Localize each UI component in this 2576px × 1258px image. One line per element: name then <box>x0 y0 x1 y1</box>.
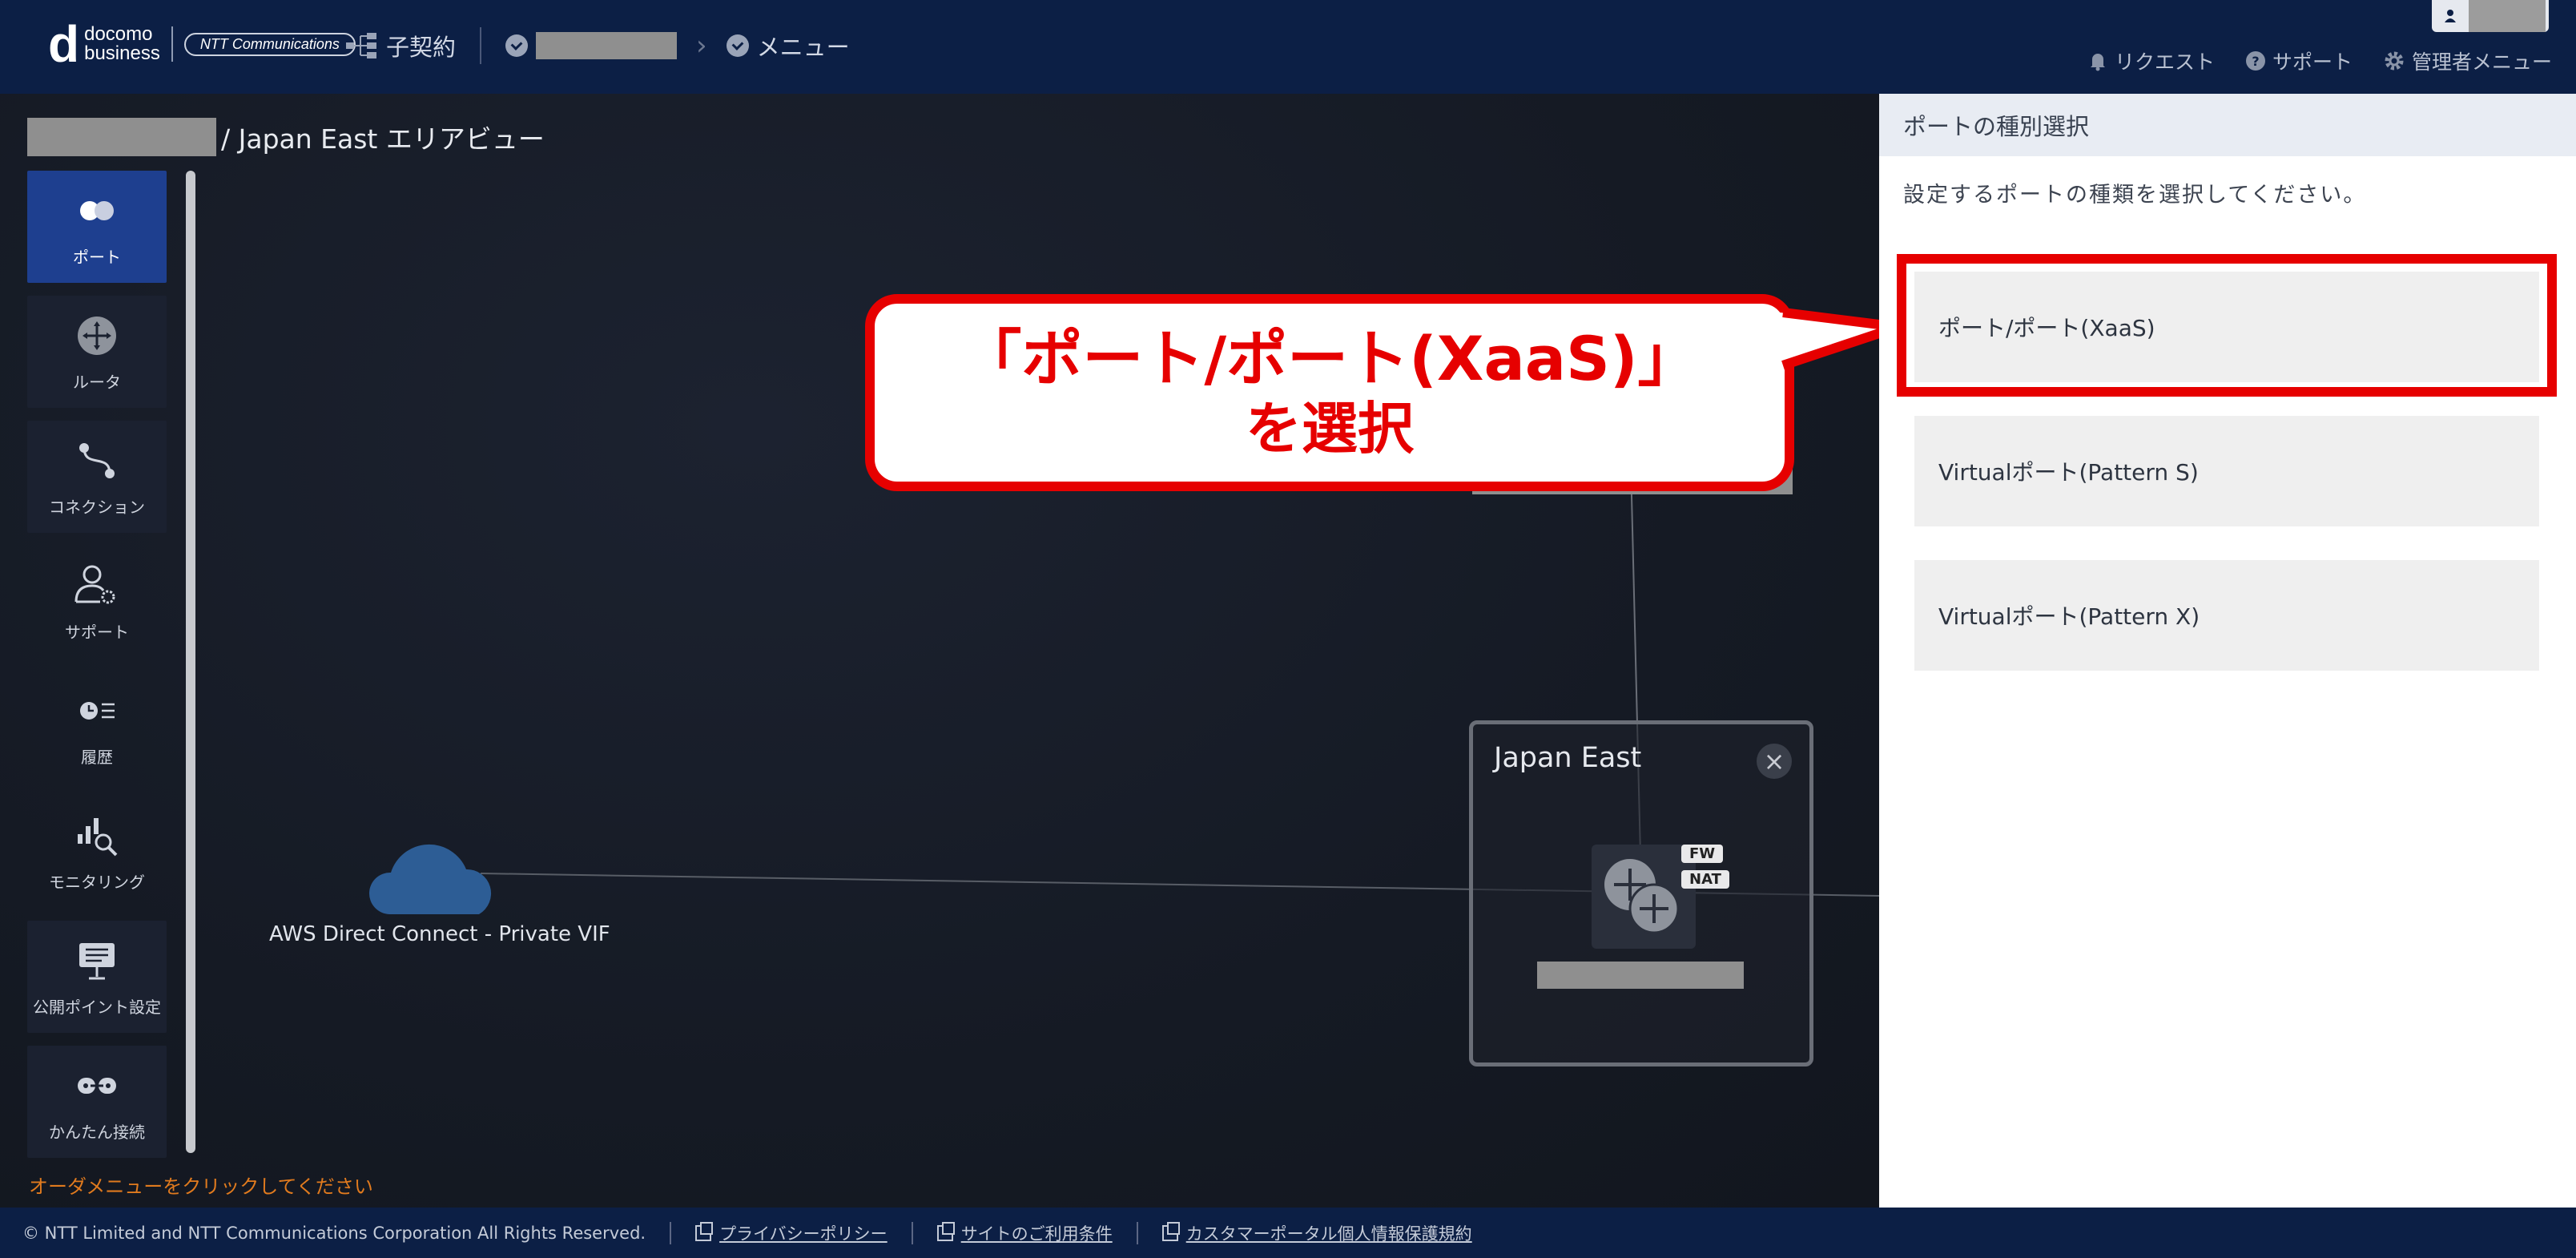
area-view-canvas[interactable]: / Japan East エリアビュー ポート ルータ コネクション サポート … <box>0 94 1879 1208</box>
sidebar-item-support[interactable]: サポート <box>27 546 167 658</box>
chevron-right-icon: › <box>696 30 707 62</box>
personal-info-link[interactable]: カスタマーポータル個人情報保護規約 <box>1161 1221 1472 1245</box>
support-icon <box>74 565 115 603</box>
bell-icon <box>2090 54 2105 71</box>
sidebar-item-label: モニタリング <box>49 872 145 892</box>
sidebar-item-easy-connect[interactable]: かんたん接続 <box>27 1046 167 1158</box>
sidebar-item-router[interactable]: ルータ <box>27 296 167 408</box>
user-icon <box>2432 0 2469 32</box>
tree-icon <box>346 33 376 58</box>
close-icon[interactable]: × <box>1757 744 1792 779</box>
connection-icon <box>79 442 115 478</box>
sidebar-item-label: サポート <box>65 622 129 642</box>
sidebar-item-label: コネクション <box>49 497 145 517</box>
top-header: d docomo business NTT Communications 子契約… <box>0 0 2576 94</box>
history-icon <box>80 701 115 720</box>
sidebar-scrollbar[interactable] <box>186 171 195 1153</box>
logo-line2: business <box>84 42 160 64</box>
sidebar-item-label: 公開ポイント設定 <box>33 997 161 1017</box>
sidebar-item-public-point[interactable]: 公開ポイント設定 <box>27 921 167 1033</box>
support-link[interactable]: ? サポート <box>2245 46 2353 75</box>
copyright: © NTT Limited and NTT Communications Cor… <box>22 1223 646 1243</box>
order-sidebar: ポート ルータ コネクション サポート 履歴 モニタリング 公開ポイント設定 か… <box>27 171 168 1171</box>
nat-tag: NAT <box>1681 870 1729 889</box>
sidebar-item-history[interactable]: 履歴 <box>27 671 167 783</box>
gear-icon <box>2385 51 2404 71</box>
docomo-business-logo[interactable]: d docomo business NTT Communications <box>48 18 356 71</box>
check-circle-icon <box>505 34 529 57</box>
sidebar-item-label: ルータ <box>73 372 121 392</box>
sidebar-item-monitoring[interactable]: モニタリング <box>27 796 167 908</box>
terms-of-use-label: サイトのご利用条件 <box>960 1224 1113 1244</box>
fw-tag: FW <box>1681 845 1724 863</box>
callout-line2: を選択 <box>1246 396 1414 462</box>
nav-menu[interactable]: メニュー <box>757 29 850 62</box>
option-virtual-port-pattern-s[interactable]: Virtualポート(Pattern S) <box>1914 416 2539 526</box>
header-nav: 子契約 › メニュー <box>344 26 850 66</box>
admin-menu-link[interactable]: 管理者メニュー <box>2383 46 2552 75</box>
sidebar-item-label: かんたん接続 <box>49 1122 145 1142</box>
privacy-policy-link[interactable]: プライバシーポリシー <box>695 1221 888 1245</box>
router-icon <box>78 316 116 355</box>
panel-description: 設定するポートの種類を選択してください。 <box>1903 183 2367 208</box>
request-link[interactable]: リクエスト <box>2087 46 2215 75</box>
logo-line1: docomo <box>84 23 153 45</box>
option-port-xaas[interactable]: ポート/ポート(XaaS) <box>1914 272 2539 382</box>
router-icon <box>1604 859 1680 934</box>
callout-line1: 「ポート/ポート(XaaS)」 <box>960 323 1699 394</box>
header-links: リクエスト ? サポート 管理者メニュー <box>2087 46 2552 75</box>
external-link-icon <box>1161 1221 1180 1241</box>
cloud-icon[interactable] <box>367 831 498 919</box>
easy-connect-icon <box>78 1077 116 1094</box>
port-icon <box>80 200 114 220</box>
check-circle-icon <box>726 34 749 57</box>
user-account-button[interactable] <box>2432 0 2549 32</box>
cloud-label: AWS Direct Connect - Private VIF <box>269 922 610 946</box>
order-menu-hint: オーダメニューをクリックしてください <box>29 1175 373 1198</box>
masked-router-name <box>1537 962 1744 989</box>
footer: © NTT Limited and NTT Communications Cor… <box>0 1208 2576 1258</box>
sidebar-item-port[interactable]: ポート <box>27 171 167 283</box>
sidebar-item-label: ポート <box>73 247 121 267</box>
public-point-icon <box>79 942 115 979</box>
external-link-icon <box>695 1221 714 1241</box>
option-virtual-port-pattern-x[interactable]: Virtualポート(Pattern X) <box>1914 560 2539 671</box>
instruction-callout: 「ポート/ポート(XaaS)」 を選択 <box>865 294 1794 491</box>
privacy-policy-label: プライバシーポリシー <box>719 1224 888 1244</box>
docomo-d-mark: d <box>48 15 80 73</box>
sidebar-item-label: 履歴 <box>81 747 113 767</box>
masked-contract-name[interactable] <box>536 32 678 59</box>
external-link-icon <box>936 1221 955 1241</box>
masked-user-name <box>2469 0 2546 32</box>
support-label: サポート <box>2272 50 2353 74</box>
nav-contract[interactable]: 子契約 <box>386 29 456 62</box>
region-japan-east[interactable]: Japan East × FW NAT <box>1469 720 1813 1066</box>
personal-info-label: カスタマーポータル個人情報保護規約 <box>1185 1224 1472 1244</box>
admin-menu-label: 管理者メニュー <box>2411 50 2552 74</box>
svg-text:?: ? <box>2252 54 2259 69</box>
terms-of-use-link[interactable]: サイトのご利用条件 <box>936 1221 1113 1245</box>
ntt-communications-logo: NTT Communications <box>183 32 356 56</box>
panel-title: ポートの種別選択 <box>1879 94 2576 156</box>
request-label: リクエスト <box>2114 50 2215 74</box>
region-title: Japan East <box>1494 742 1642 774</box>
help-icon: ? <box>2245 51 2265 71</box>
router-node[interactable] <box>1592 845 1696 949</box>
port-type-panel: ポートの種別選択 設定するポートの種類を選択してください。 ポート/ポート(Xa… <box>1879 94 2576 1208</box>
sidebar-item-connection[interactable]: コネクション <box>27 421 167 533</box>
monitoring-icon <box>78 817 118 856</box>
